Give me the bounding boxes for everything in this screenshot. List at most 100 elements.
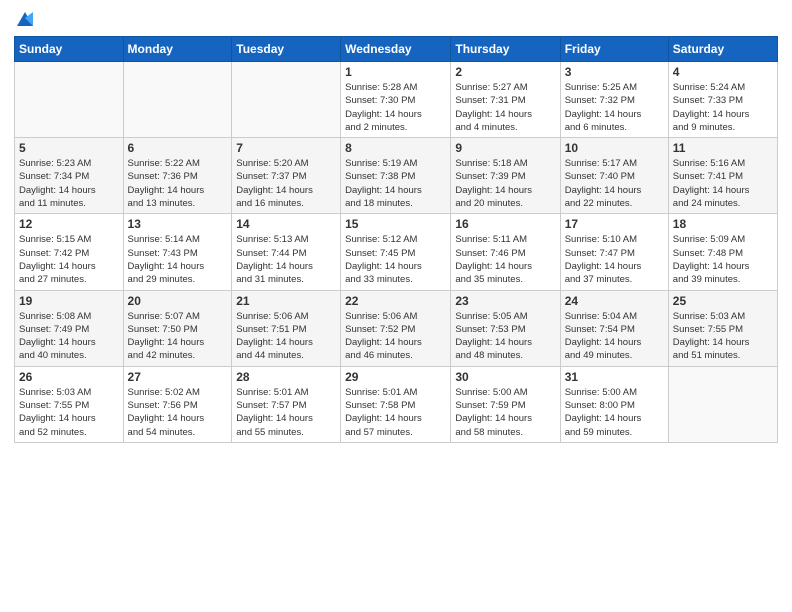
header [14, 10, 778, 30]
calendar-cell: 15Sunrise: 5:12 AM Sunset: 7:45 PM Dayli… [341, 214, 451, 290]
calendar-cell: 5 Sunrise: 5:23 AM Sunset: 7:34 PM Daylig… [15, 138, 124, 214]
calendar-cell [668, 366, 777, 442]
weekday-header-tuesday: Tuesday [232, 37, 341, 62]
calendar-cell: 3 Sunrise: 5:25 AM Sunset: 7:32 PM Daylig… [560, 62, 668, 138]
day-info: Sunrise: 5:10 AM Sunset: 7:47 PM Dayligh… [565, 233, 664, 286]
day-number: 2 [455, 65, 555, 79]
day-info: Sunrise: 5:28 AM Sunset: 7:30 PM Dayligh… [345, 81, 446, 134]
calendar-cell: 12 Sunrise: 5:15 AM Sunset: 7:42 PM Dayli… [15, 214, 124, 290]
day-number: 14 [236, 217, 336, 231]
day-info: Sunrise: 5:23 AM Sunset: 7:34 PM Dayligh… [19, 157, 119, 210]
calendar-week-row: 12 Sunrise: 5:15 AM Sunset: 7:42 PM Dayli… [15, 214, 778, 290]
calendar-cell: 28 Sunrise: 5:01 AM Sunset: 7:57 PM Dayli… [232, 366, 341, 442]
day-info: Sunrise: 5:13 AM Sunset: 7:44 PM Dayligh… [236, 233, 336, 286]
calendar-cell: 27 Sunrise: 5:02 AM Sunset: 7:56 PM Dayli… [123, 366, 232, 442]
calendar-cell: 21 Sunrise: 5:06 AM Sunset: 7:51 PM Dayli… [232, 290, 341, 366]
day-info: Sunrise: 5:07 AM Sunset: 7:50 PM Dayligh… [128, 310, 228, 363]
day-info: Sunrise: 5:27 AM Sunset: 7:31 PM Dayligh… [455, 81, 555, 134]
day-info: Sunrise: 5:00 AM Sunset: 8:00 PM Dayligh… [565, 386, 664, 439]
day-number: 11 [673, 141, 773, 155]
day-number: 13 [128, 217, 228, 231]
day-info: Sunrise: 5:01 AM Sunset: 7:58 PM Dayligh… [345, 386, 446, 439]
weekday-header-wednesday: Wednesday [341, 37, 451, 62]
calendar-cell: 2 Sunrise: 5:27 AM Sunset: 7:31 PM Daylig… [451, 62, 560, 138]
calendar-header-row: SundayMondayTuesdayWednesdayThursdayFrid… [15, 37, 778, 62]
calendar-cell: 25 Sunrise: 5:03 AM Sunset: 7:55 PM Dayli… [668, 290, 777, 366]
day-number: 28 [236, 370, 336, 384]
day-info: Sunrise: 5:08 AM Sunset: 7:49 PM Dayligh… [19, 310, 119, 363]
calendar-cell [232, 62, 341, 138]
day-info: Sunrise: 5:18 AM Sunset: 7:39 PM Dayligh… [455, 157, 555, 210]
day-number: 17 [565, 217, 664, 231]
day-info: Sunrise: 5:01 AM Sunset: 7:57 PM Dayligh… [236, 386, 336, 439]
calendar-cell: 6 Sunrise: 5:22 AM Sunset: 7:36 PM Daylig… [123, 138, 232, 214]
day-info: Sunrise: 5:17 AM Sunset: 7:40 PM Dayligh… [565, 157, 664, 210]
calendar-cell: 18 Sunrise: 5:09 AM Sunset: 7:48 PM Dayli… [668, 214, 777, 290]
calendar-cell: 26 Sunrise: 5:03 AM Sunset: 7:55 PM Dayli… [15, 366, 124, 442]
day-number: 3 [565, 65, 664, 79]
day-number: 7 [236, 141, 336, 155]
day-number: 22 [345, 294, 446, 308]
calendar-cell: 1 Sunrise: 5:28 AM Sunset: 7:30 PM Daylig… [341, 62, 451, 138]
day-number: 26 [19, 370, 119, 384]
calendar-cell: 24 Sunrise: 5:04 AM Sunset: 7:54 PM Dayli… [560, 290, 668, 366]
day-number: 19 [19, 294, 119, 308]
calendar-cell: 7 Sunrise: 5:20 AM Sunset: 7:37 PM Daylig… [232, 138, 341, 214]
day-info: Sunrise: 5:11 AM Sunset: 7:46 PM Dayligh… [455, 233, 555, 286]
day-info: Sunrise: 5:03 AM Sunset: 7:55 PM Dayligh… [19, 386, 119, 439]
day-number: 4 [673, 65, 773, 79]
day-number: 20 [128, 294, 228, 308]
day-info: Sunrise: 5:25 AM Sunset: 7:32 PM Dayligh… [565, 81, 664, 134]
calendar-cell: 8 Sunrise: 5:19 AM Sunset: 7:38 PM Daylig… [341, 138, 451, 214]
calendar-cell: 23Sunrise: 5:05 AM Sunset: 7:53 PM Dayli… [451, 290, 560, 366]
calendar-cell: 20 Sunrise: 5:07 AM Sunset: 7:50 PM Dayli… [123, 290, 232, 366]
calendar-week-row: 1 Sunrise: 5:28 AM Sunset: 7:30 PM Daylig… [15, 62, 778, 138]
weekday-header-thursday: Thursday [451, 37, 560, 62]
day-info: Sunrise: 5:09 AM Sunset: 7:48 PM Dayligh… [673, 233, 773, 286]
day-number: 5 [19, 141, 119, 155]
day-info: Sunrise: 5:19 AM Sunset: 7:38 PM Dayligh… [345, 157, 446, 210]
calendar-cell: 9 Sunrise: 5:18 AM Sunset: 7:39 PM Daylig… [451, 138, 560, 214]
calendar-table: SundayMondayTuesdayWednesdayThursdayFrid… [14, 36, 778, 443]
day-number: 15 [345, 217, 446, 231]
day-info: Sunrise: 5:04 AM Sunset: 7:54 PM Dayligh… [565, 310, 664, 363]
day-info: Sunrise: 5:00 AM Sunset: 7:59 PM Dayligh… [455, 386, 555, 439]
day-number: 8 [345, 141, 446, 155]
calendar-cell: 11 Sunrise: 5:16 AM Sunset: 7:41 PM Dayli… [668, 138, 777, 214]
day-info: Sunrise: 5:02 AM Sunset: 7:56 PM Dayligh… [128, 386, 228, 439]
day-number: 29 [345, 370, 446, 384]
day-info: Sunrise: 5:06 AM Sunset: 7:52 PM Dayligh… [345, 310, 446, 363]
calendar-cell [15, 62, 124, 138]
calendar-cell: 29 Sunrise: 5:01 AM Sunset: 7:58 PM Dayli… [341, 366, 451, 442]
day-number: 24 [565, 294, 664, 308]
day-info: Sunrise: 5:14 AM Sunset: 7:43 PM Dayligh… [128, 233, 228, 286]
calendar-cell: 13 Sunrise: 5:14 AM Sunset: 7:43 PM Dayli… [123, 214, 232, 290]
day-info: Sunrise: 5:06 AM Sunset: 7:51 PM Dayligh… [236, 310, 336, 363]
weekday-header-friday: Friday [560, 37, 668, 62]
day-info: Sunrise: 5:20 AM Sunset: 7:37 PM Dayligh… [236, 157, 336, 210]
day-number: 18 [673, 217, 773, 231]
calendar-cell: 17 Sunrise: 5:10 AM Sunset: 7:47 PM Dayli… [560, 214, 668, 290]
day-info: Sunrise: 5:03 AM Sunset: 7:55 PM Dayligh… [673, 310, 773, 363]
day-number: 1 [345, 65, 446, 79]
day-info: Sunrise: 5:16 AM Sunset: 7:41 PM Dayligh… [673, 157, 773, 210]
logo-icon [15, 10, 35, 28]
day-number: 30 [455, 370, 555, 384]
day-info: Sunrise: 5:22 AM Sunset: 7:36 PM Dayligh… [128, 157, 228, 210]
logo [14, 10, 35, 30]
day-number: 27 [128, 370, 228, 384]
calendar-cell: 16 Sunrise: 5:11 AM Sunset: 7:46 PM Dayli… [451, 214, 560, 290]
day-number: 25 [673, 294, 773, 308]
day-info: Sunrise: 5:15 AM Sunset: 7:42 PM Dayligh… [19, 233, 119, 286]
day-number: 10 [565, 141, 664, 155]
day-number: 9 [455, 141, 555, 155]
day-number: 12 [19, 217, 119, 231]
day-number: 21 [236, 294, 336, 308]
day-number: 6 [128, 141, 228, 155]
day-number: 16 [455, 217, 555, 231]
calendar-week-row: 19 Sunrise: 5:08 AM Sunset: 7:49 PM Dayli… [15, 290, 778, 366]
calendar-cell: 14 Sunrise: 5:13 AM Sunset: 7:44 PM Dayli… [232, 214, 341, 290]
day-number: 31 [565, 370, 664, 384]
day-number: 23 [455, 294, 555, 308]
calendar-cell: 10 Sunrise: 5:17 AM Sunset: 7:40 PM Dayli… [560, 138, 668, 214]
